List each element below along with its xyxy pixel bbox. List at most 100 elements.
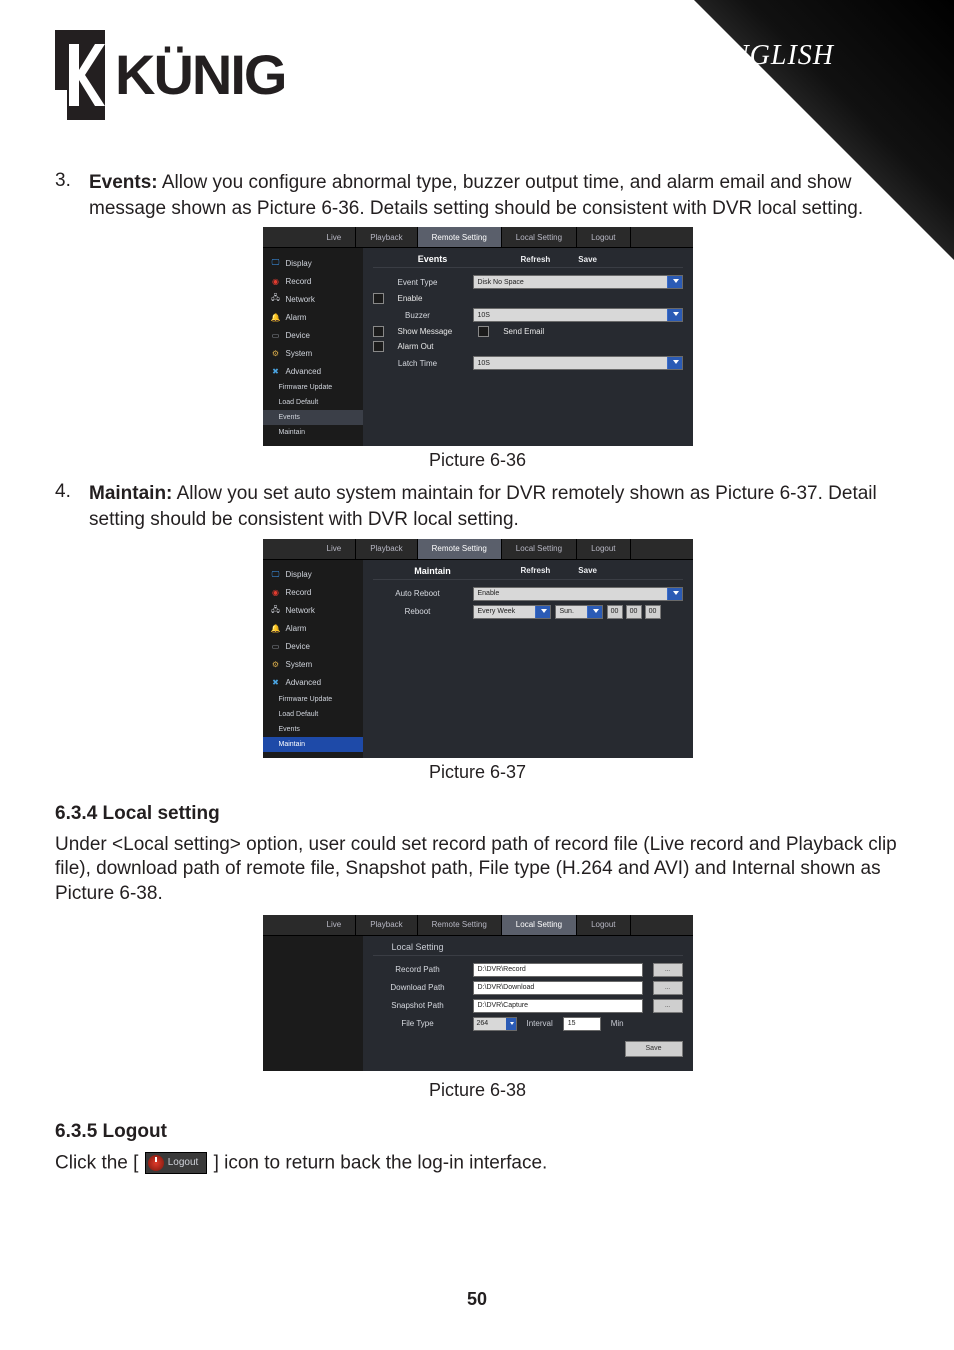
browse-button-download[interactable]: ... bbox=[653, 981, 683, 995]
screenshot-sidebar: 🖵Display ◉Record 🖧Network 🔔Alarm ▭Device… bbox=[263, 560, 363, 758]
input-second[interactable]: 00 bbox=[645, 605, 661, 619]
refresh-button[interactable]: Refresh bbox=[521, 255, 551, 264]
checkbox-show-message[interactable] bbox=[373, 326, 384, 337]
sidebar-subitem-maintain[interactable]: Maintain bbox=[263, 737, 363, 752]
tab-local-setting[interactable]: Local Setting bbox=[502, 915, 577, 935]
network-icon: 🖧 bbox=[271, 294, 281, 304]
checkbox-enable[interactable] bbox=[373, 293, 384, 304]
section-paragraph: Under <Local setting> option, user could… bbox=[55, 833, 900, 907]
label-send-email: Send Email bbox=[503, 327, 544, 336]
list-item-body: Allow you set auto system maintain for D… bbox=[89, 483, 877, 530]
chevron-down-icon bbox=[673, 279, 679, 283]
save-button[interactable]: Save bbox=[578, 255, 597, 264]
tab-playback[interactable]: Playback bbox=[356, 227, 417, 247]
list-number: 4. bbox=[55, 481, 75, 532]
logout-paragraph: Click the [ Logout ] icon to return back… bbox=[55, 1151, 900, 1176]
device-icon: ▭ bbox=[271, 642, 281, 652]
select-auto-reboot[interactable]: Enable bbox=[473, 587, 683, 601]
input-record-path[interactable]: D:\DVR\Record bbox=[473, 963, 643, 977]
tab-logout[interactable]: Logout bbox=[577, 539, 630, 559]
maintain-panel: Maintain Refresh Save Auto Reboot Enable… bbox=[363, 560, 693, 758]
sidebar-item-display[interactable]: 🖵Display bbox=[263, 566, 363, 584]
sidebar-item-alarm[interactable]: 🔔Alarm bbox=[263, 308, 363, 326]
sidebar-subitem-events[interactable]: Events bbox=[263, 722, 363, 737]
sidebar-item-system[interactable]: ⚙System bbox=[263, 344, 363, 362]
sidebar-item-device[interactable]: ▭Device bbox=[263, 638, 363, 656]
tab-remote-setting[interactable]: Remote Setting bbox=[418, 915, 502, 935]
screenshot-tab-bar: Live Playback Remote Setting Local Setti… bbox=[263, 915, 693, 936]
refresh-button[interactable]: Refresh bbox=[521, 566, 551, 575]
tab-logout[interactable]: Logout bbox=[577, 915, 630, 935]
select-reboot-day[interactable]: Sun. bbox=[555, 605, 603, 619]
tab-remote-setting[interactable]: Remote Setting bbox=[418, 227, 502, 247]
sidebar-item-advanced[interactable]: ✖Advanced bbox=[263, 674, 363, 692]
tab-remote-setting[interactable]: Remote Setting bbox=[418, 539, 502, 559]
sidebar-subitem-firmware[interactable]: Firmware Update bbox=[263, 692, 363, 707]
tab-playback[interactable]: Playback bbox=[356, 539, 417, 559]
select-reboot-period[interactable]: Every Week bbox=[473, 605, 551, 619]
panel-title: Maintain bbox=[373, 566, 493, 576]
screenshot-sidebar-empty bbox=[263, 936, 363, 1071]
sidebar-subitem-load-default[interactable]: Load Default bbox=[263, 395, 363, 410]
sidebar-subitem-maintain[interactable]: Maintain bbox=[263, 425, 363, 440]
list-number: 3. bbox=[55, 170, 75, 221]
checkbox-alarm-out[interactable] bbox=[373, 341, 384, 352]
checkbox-send-email[interactable] bbox=[478, 326, 489, 337]
tab-live[interactable]: Live bbox=[313, 915, 357, 935]
label-auto-reboot: Auto Reboot bbox=[373, 589, 463, 598]
label-file-type: File Type bbox=[373, 1019, 463, 1028]
tab-logout[interactable]: Logout bbox=[577, 227, 630, 247]
sidebar-item-network[interactable]: 🖧Network bbox=[263, 290, 363, 308]
sidebar-item-alarm[interactable]: 🔔Alarm bbox=[263, 620, 363, 638]
list-item-label: Maintain: bbox=[89, 483, 172, 504]
sidebar-item-system[interactable]: ⚙System bbox=[263, 656, 363, 674]
label-interval-unit: Min bbox=[611, 1019, 624, 1028]
sidebar-subitem-events[interactable]: Events bbox=[263, 410, 363, 425]
device-icon: ▭ bbox=[271, 330, 281, 340]
tab-playback[interactable]: Playback bbox=[356, 915, 417, 935]
sidebar-item-advanced[interactable]: ✖Advanced bbox=[263, 362, 363, 380]
figure-caption: Picture 6-37 bbox=[55, 762, 900, 783]
input-hour[interactable]: 00 bbox=[607, 605, 623, 619]
browse-button-snapshot[interactable]: ... bbox=[653, 999, 683, 1013]
input-download-path[interactable]: D:\DVR\Download bbox=[473, 981, 643, 995]
label-buzzer: Buzzer bbox=[373, 311, 463, 320]
label-reboot: Reboot bbox=[373, 607, 463, 616]
list-item-label: Events: bbox=[89, 172, 158, 193]
sidebar-subitem-firmware[interactable]: Firmware Update bbox=[263, 380, 363, 395]
sidebar-item-record[interactable]: ◉Record bbox=[263, 272, 363, 290]
power-icon bbox=[148, 1155, 164, 1171]
select-buzzer[interactable]: 10S bbox=[473, 308, 683, 322]
section-heading-local-setting: 6.3.4 Local setting bbox=[55, 803, 900, 825]
logout-text-pre: Click the [ bbox=[55, 1152, 138, 1173]
sidebar-item-display[interactable]: 🖵Display bbox=[263, 254, 363, 272]
sidebar-item-record[interactable]: ◉Record bbox=[263, 584, 363, 602]
input-interval[interactable]: 15 bbox=[563, 1017, 601, 1031]
sidebar-subitem-load-default[interactable]: Load Default bbox=[263, 707, 363, 722]
browse-button-record[interactable]: ... bbox=[653, 963, 683, 977]
save-button[interactable]: Save bbox=[578, 566, 597, 575]
tab-live[interactable]: Live bbox=[313, 227, 357, 247]
save-button[interactable]: Save bbox=[625, 1041, 683, 1057]
list-text: Events: Allow you configure abnormal typ… bbox=[89, 170, 900, 221]
tab-local-setting[interactable]: Local Setting bbox=[502, 227, 577, 247]
logout-text-post: ] icon to return back the log-in interfa… bbox=[214, 1152, 548, 1173]
tab-local-setting[interactable]: Local Setting bbox=[502, 539, 577, 559]
screenshot-maintain-settings: Live Playback Remote Setting Local Setti… bbox=[263, 539, 693, 758]
tab-live[interactable]: Live bbox=[313, 539, 357, 559]
screenshot-events-settings: Live Playback Remote Setting Local Setti… bbox=[263, 227, 693, 446]
chevron-down-icon bbox=[541, 609, 547, 613]
sidebar-item-network[interactable]: 🖧Network bbox=[263, 602, 363, 620]
select-file-type[interactable]: 264 bbox=[473, 1017, 517, 1031]
sidebar-item-device[interactable]: ▭Device bbox=[263, 326, 363, 344]
language-label: ENGLISH bbox=[712, 40, 834, 72]
logout-icon-label: Logout bbox=[168, 1156, 199, 1169]
input-minute[interactable]: 00 bbox=[626, 605, 642, 619]
select-event-type[interactable]: Disk No Space bbox=[473, 275, 683, 289]
logout-icon-button[interactable]: Logout bbox=[145, 1152, 208, 1174]
alarm-icon: 🔔 bbox=[271, 312, 281, 322]
panel-title: Events bbox=[373, 254, 493, 264]
select-latch-time[interactable]: 10S bbox=[473, 356, 683, 370]
input-snapshot-path[interactable]: D:\DVR\Capture bbox=[473, 999, 643, 1013]
brand-logo-mark bbox=[55, 30, 105, 120]
